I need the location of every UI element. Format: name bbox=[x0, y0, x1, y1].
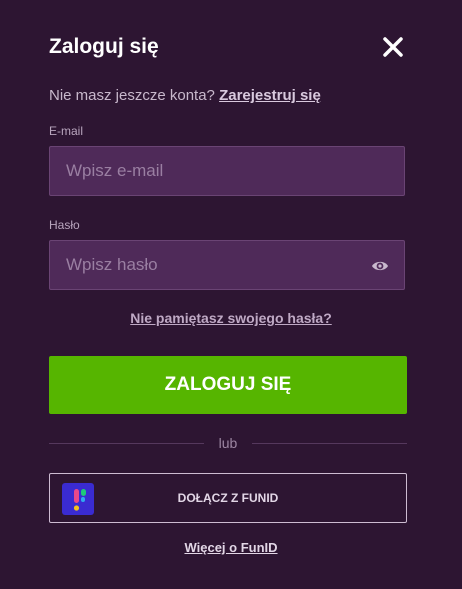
register-prompt: Nie masz jeszcze konta? Zarejestruj się bbox=[49, 86, 321, 106]
register-link[interactable]: Zarejestruj się bbox=[219, 87, 321, 104]
close-icon bbox=[383, 37, 403, 57]
eye-icon bbox=[372, 261, 388, 271]
or-divider: lub bbox=[49, 434, 407, 452]
forgot-password-row: Nie pamiętasz swojego hasła? bbox=[0, 309, 462, 327]
more-funid-row: Więcej o FunID bbox=[0, 539, 462, 557]
email-field-box bbox=[49, 146, 405, 196]
login-modal: Zaloguj się Nie masz jeszcze konta? Zare… bbox=[0, 0, 462, 589]
email-field[interactable] bbox=[50, 147, 404, 195]
modal-title: Zaloguj się bbox=[49, 35, 159, 58]
show-password-button[interactable] bbox=[370, 256, 390, 276]
more-funid-link[interactable]: Więcej o FunID bbox=[184, 540, 277, 555]
password-field[interactable] bbox=[50, 241, 404, 289]
email-label: E-mail bbox=[49, 124, 84, 138]
divider-line-right bbox=[252, 443, 407, 444]
forgot-password-link[interactable]: Nie pamiętasz swojego hasła? bbox=[130, 310, 332, 326]
login-button[interactable]: ZALOGUJ SIĘ bbox=[49, 356, 407, 414]
register-prompt-text: Nie masz jeszcze konta? bbox=[49, 87, 215, 104]
funid-join-button[interactable]: DOŁĄCZ Z FUNID bbox=[49, 473, 407, 523]
close-button[interactable] bbox=[380, 34, 406, 60]
funid-join-label: DOŁĄCZ Z FUNID bbox=[177, 491, 279, 505]
password-label: Hasło bbox=[49, 218, 80, 232]
password-field-box bbox=[49, 240, 405, 290]
